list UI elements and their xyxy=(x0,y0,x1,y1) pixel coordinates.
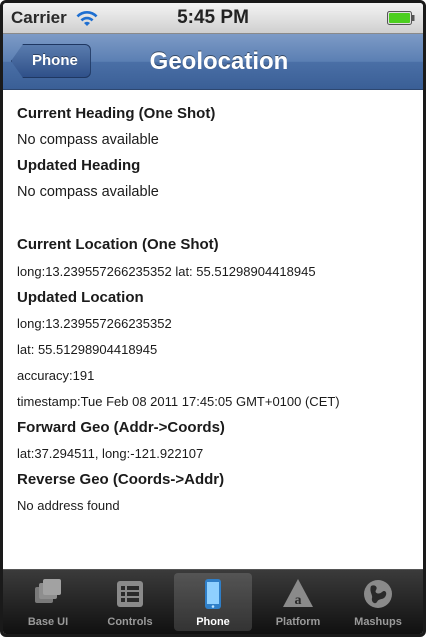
forward-geo-value: lat:37.294511, long:-121.922107 xyxy=(17,446,204,461)
current-heading-value: No compass available xyxy=(17,132,159,148)
base-ui-icon xyxy=(35,579,61,603)
updated-location-accuracy: accuracy:191 xyxy=(17,368,95,383)
updated-location-lat: lat: 55.51298904418945 xyxy=(17,342,158,357)
app-window: Carrier 5:45 PM Phone Geolocation Curren… xyxy=(0,0,426,637)
navigation-bar: Phone Geolocation xyxy=(3,34,423,90)
tab-controls[interactable]: Controls xyxy=(91,573,169,631)
tab-label: Base UI xyxy=(27,616,69,628)
controls-icon xyxy=(117,581,143,607)
battery-icon xyxy=(387,11,415,25)
reverse-geo-title: Reverse Geo (Coords->Addr) xyxy=(17,471,225,488)
reverse-geo-value: No address found xyxy=(17,498,120,513)
updated-location-long: long:13.239557266235352 xyxy=(17,316,172,331)
platform-icon: a xyxy=(283,579,313,608)
forward-geo-title: Forward Geo (Addr->Coords) xyxy=(17,419,225,436)
tab-phone[interactable]: Phone xyxy=(174,573,252,631)
updated-heading-title: Updated Heading xyxy=(17,157,141,174)
phone-icon xyxy=(205,579,221,609)
clock: 5:45 PM xyxy=(177,7,249,28)
tab-label: Mashups xyxy=(354,616,402,628)
current-location-title: Current Location (One Shot) xyxy=(17,236,219,253)
tab-label: Phone xyxy=(196,616,230,628)
back-button[interactable]: Phone xyxy=(11,44,91,78)
status-bar: Carrier 5:45 PM xyxy=(3,3,423,34)
tab-platform[interactable]: a Platform xyxy=(259,573,337,631)
svg-text:a: a xyxy=(295,593,302,608)
tab-label: Platform xyxy=(275,616,321,628)
page-title: Geolocation xyxy=(149,48,289,75)
updated-location-timestamp: timestamp:Tue Feb 08 2011 17:45:05 GMT+0… xyxy=(17,394,340,409)
tab-base-ui[interactable]: Base UI xyxy=(9,573,87,631)
tab-label: Controls xyxy=(107,616,153,628)
mashups-icon xyxy=(364,580,392,608)
updated-heading-value: No compass available xyxy=(17,184,159,200)
current-location-value: long:13.239557266235352 lat: 55.51298904… xyxy=(17,264,316,279)
current-heading-title: Current Heading (One Shot) xyxy=(17,105,216,122)
updated-location-title: Updated Location xyxy=(17,289,144,306)
tab-mashups[interactable]: Mashups xyxy=(339,573,417,631)
tab-bar: Base UI Controls Phone a Platform Mashup… xyxy=(3,569,423,634)
